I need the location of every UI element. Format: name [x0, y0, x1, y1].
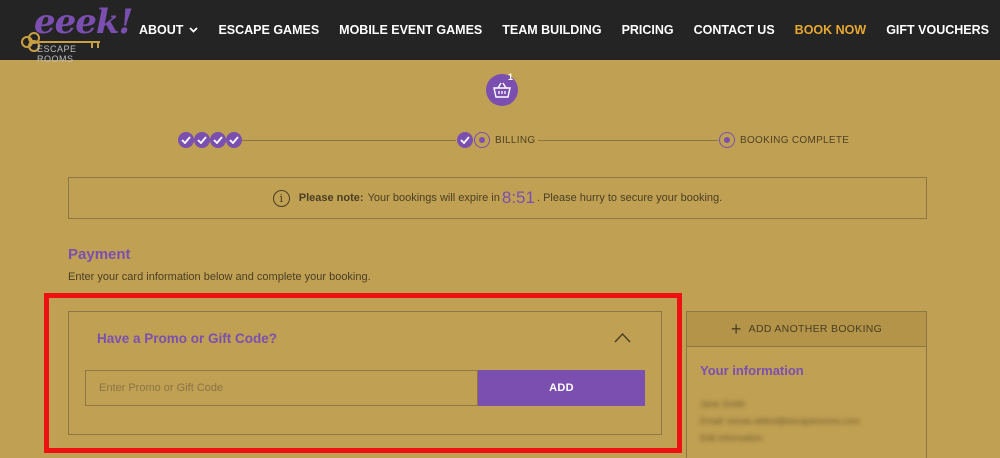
step-pending-dot-icon	[719, 132, 735, 148]
expiry-notice: i Please note: Your bookings will expire…	[68, 177, 927, 219]
nav-team-building[interactable]: TEAM BUILDING	[502, 23, 601, 37]
nav-contact-us[interactable]: CONTACT US	[694, 23, 775, 37]
step-complete-check-icon	[457, 132, 473, 148]
nav-about[interactable]: ABOUT	[139, 23, 199, 37]
basket-count-badge: 1	[508, 72, 514, 82]
chevron-down-icon	[189, 27, 199, 33]
step-complete-check-icon	[210, 132, 226, 148]
nav-book-now[interactable]: BOOK NOW	[795, 23, 867, 37]
logo-subtitle: ESCAPE ROOMS	[37, 44, 77, 64]
step-booking-complete-label: BOOKING COMPLETE	[740, 135, 850, 146]
payment-description: Enter your card information below and co…	[68, 271, 371, 283]
basket-button[interactable]	[486, 74, 518, 106]
eeek-logo[interactable]: eeek! ESCAPE ROOMS	[20, 2, 133, 64]
notice-text-after: . Please hurry to secure your booking.	[536, 192, 723, 204]
add-another-booking-button[interactable]: + ADD ANOTHER BOOKING	[687, 312, 926, 347]
info-icon: i	[272, 189, 290, 207]
customer-email: Email: tomas.abbot@escaperooms.com	[700, 416, 860, 426]
step-billing-label: BILLING	[495, 135, 536, 146]
step-complete-check-icon	[194, 132, 210, 148]
notice-prefix: Please note:	[298, 192, 364, 204]
top-navigation-bar: eeek! ESCAPE ROOMS ABOUT ESCAPE GAMES MO…	[0, 0, 1000, 64]
add-another-booking-label: ADD ANOTHER BOOKING	[748, 323, 883, 335]
plus-icon: +	[730, 319, 742, 339]
main-nav: ABOUT ESCAPE GAMES MOBILE EVENT GAMES TE…	[119, 0, 1000, 60]
highlight-box	[44, 293, 682, 453]
customer-name: Jane Smith	[700, 399, 746, 409]
logo-wordmark: eeek!	[34, 2, 133, 42]
edit-information-link[interactable]: Edit information	[700, 433, 763, 443]
progress-line-2	[538, 140, 718, 141]
your-information-title: Your information	[700, 363, 804, 378]
nav-about-label: ABOUT	[139, 23, 184, 37]
step-complete-check-icon	[178, 132, 194, 148]
nav-gift-vouchers[interactable]: GIFT VOUCHERS	[886, 23, 989, 37]
nav-escape-games[interactable]: ESCAPE GAMES	[218, 23, 319, 37]
basket-icon	[493, 82, 511, 98]
notice-text-before: Your bookings will expire in	[367, 192, 500, 204]
expiry-timer: 8:51	[501, 188, 535, 207]
payment-title: Payment	[68, 246, 131, 263]
nav-mobile-event-games[interactable]: MOBILE EVENT GAMES	[339, 23, 482, 37]
progress-line-1	[242, 140, 456, 141]
step-complete-check-icon	[226, 132, 242, 148]
nav-pricing[interactable]: PRICING	[622, 23, 674, 37]
step-current-dot-icon	[474, 132, 490, 148]
